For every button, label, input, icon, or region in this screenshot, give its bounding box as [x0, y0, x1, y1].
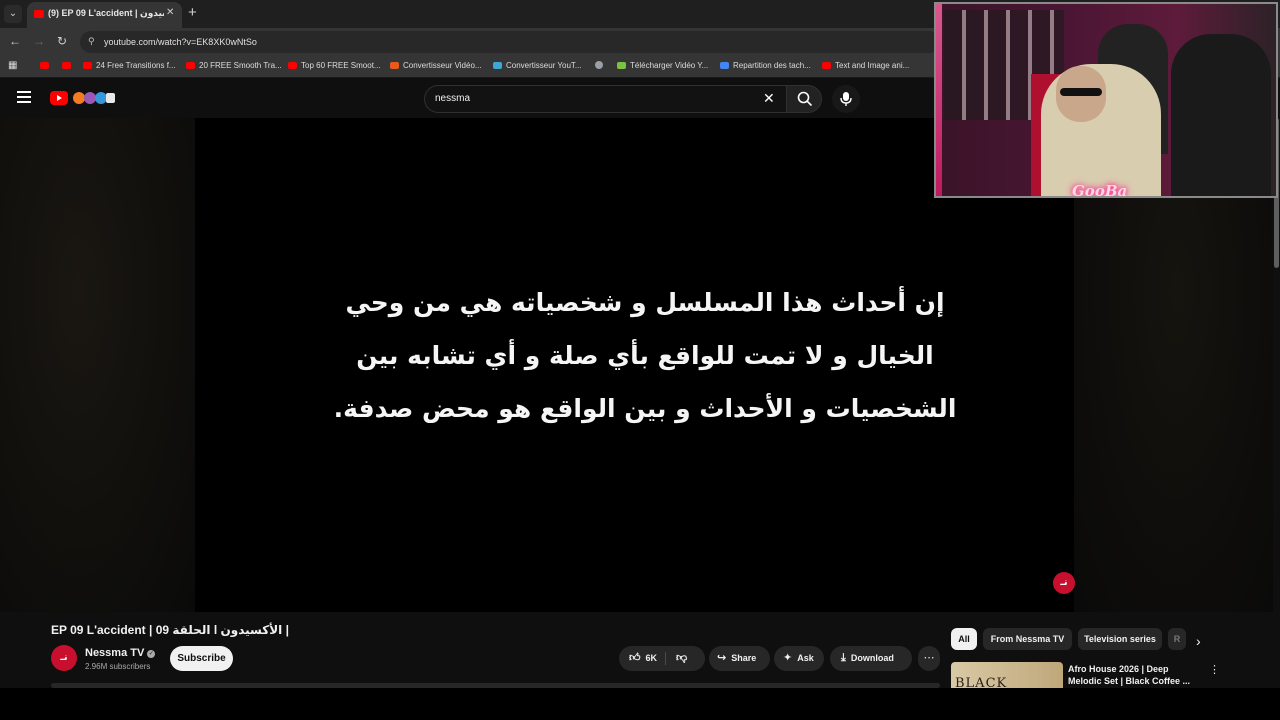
youtube-bookmark-icon [288, 62, 297, 69]
download-bookmark-icon [617, 62, 626, 69]
bookmark-item[interactable]: Télécharger Vidéo Y... [617, 61, 708, 70]
microphone-icon [840, 92, 852, 106]
disclaimer-line: الخيال و لا تمت للواقع بأي صلة و أي تشاب… [356, 341, 934, 370]
ask-button[interactable]: ✦ Ask [774, 646, 824, 671]
recommendation-thumbnail[interactable]: BLACK COFFEE [951, 662, 1063, 688]
back-arrow-icon[interactable]: ← [9, 34, 21, 48]
subscribe-button[interactable]: Subscribe [170, 646, 233, 671]
recommendation-title[interactable]: Afro House 2026 | Deep Melodic Set | Bla… [1068, 663, 1198, 687]
subscriber-count: 2.96M subscribers [85, 662, 151, 671]
download-button[interactable]: ⤓ Download [830, 646, 912, 671]
bookmark-item[interactable]: Text and Image ani... [822, 61, 909, 70]
webcam-overlay: GooBa [934, 2, 1278, 198]
search-button[interactable] [786, 85, 822, 113]
youtube-bookmark-icon [83, 62, 92, 69]
share-button[interactable]: ↪ Share [709, 646, 770, 671]
chevron-right-icon[interactable]: › [1196, 633, 1201, 649]
disclaimer-line: إن أحداث هذا المسلسل و شخصياته هي من وحي [345, 288, 945, 317]
share-icon: ↪ [717, 652, 727, 664]
neon-edge [936, 4, 942, 196]
ambient-glow-left [0, 118, 195, 612]
tab-search-button[interactable]: ⌄ [4, 5, 22, 23]
more-actions-button[interactable]: ⋯ [918, 646, 940, 671]
url-text: youtube.com/watch?v=EK8XK0wNtSo [104, 37, 257, 47]
youtube-bookmark-icon [822, 62, 831, 69]
nessma-watermark-icon: نـ [1053, 572, 1075, 594]
sparkle-icon: ✦ [783, 652, 793, 664]
channel-avatar[interactable]: نـ [51, 645, 77, 671]
voice-search-button[interactable] [832, 85, 860, 113]
thumbs-up-icon: 👍︎ [629, 652, 641, 664]
bookmark-item[interactable] [595, 61, 607, 70]
like-dislike-group: 👍︎ 6K 👎︎ [619, 646, 705, 671]
bookmark-item[interactable] [40, 61, 53, 70]
thumbs-down-icon[interactable]: 👎︎ [676, 646, 687, 671]
bookmark-item[interactable]: Convertisseur YouT... [493, 61, 582, 70]
chip-from-channel[interactable]: From Nessma TV [983, 628, 1072, 650]
tab-close-icon[interactable]: ✕ [166, 7, 174, 18]
bookmark-item[interactable]: Top 60 FREE Smoot... [288, 61, 381, 70]
recommendation-menu-icon[interactable]: ⋮ [1209, 663, 1220, 676]
youtube-logo-icon[interactable] [50, 91, 68, 105]
bookmark-item[interactable]: 20 FREE Smooth Tra... [186, 61, 282, 70]
youtube-favicon-icon [34, 10, 44, 18]
divider [665, 652, 666, 665]
converter-bookmark-icon [493, 62, 502, 69]
address-bar[interactable]: ⚲ youtube.com/watch?v=EK8XK0wNtSo [80, 31, 940, 53]
converter-bookmark-icon [390, 62, 399, 69]
docs-bookmark-icon [720, 62, 729, 69]
sunglasses [1060, 88, 1102, 96]
download-icon: ⤓ [841, 652, 846, 664]
search-input[interactable]: nessma ✕ [424, 85, 786, 113]
search-query: nessma [435, 93, 471, 104]
page-scrollbar[interactable] [1273, 118, 1280, 688]
bookmark-item[interactable]: 24 Free Transitions f... [83, 61, 176, 70]
like-button[interactable]: 👍︎ 6K [629, 646, 657, 671]
taskbar [0, 688, 1280, 720]
video-title: EP 09 L'accident | الحلقة 09 l الأكسيدون… [51, 623, 289, 637]
youtube-doodle-icon[interactable] [70, 90, 116, 106]
forward-arrow-icon[interactable]: → [33, 34, 45, 48]
reload-icon[interactable]: ↻ [57, 34, 67, 48]
chip-all[interactable]: All [951, 628, 977, 650]
standing-person [1171, 34, 1271, 196]
site-info-icon[interactable]: ⚲ [88, 36, 95, 47]
globe-bookmark-icon [595, 61, 603, 69]
youtube-bookmark-icon [62, 62, 71, 69]
thumbnail-text: BLACK COFFEE [955, 676, 1008, 688]
tab-title: (9) EP 09 L'accident | الأكسيدون [48, 8, 164, 18]
search-icon [797, 91, 813, 107]
bookmark-item[interactable]: Repartition des tach... [720, 61, 811, 70]
clear-search-icon[interactable]: ✕ [763, 90, 775, 107]
chip-truncated[interactable]: R [1168, 628, 1186, 650]
menu-icon[interactable] [17, 91, 31, 103]
chip-television-series[interactable]: Television series [1078, 628, 1162, 650]
apps-grid-icon[interactable]: ▦ [8, 60, 17, 71]
neon-sign-text: GooBa [1072, 182, 1128, 198]
video-disclaimer-text: إن أحداث هذا المسلسل و شخصياته هي من وحي… [295, 276, 995, 435]
browser-tab-active[interactable]: (9) EP 09 L'accident | الأكسيدون ✕ [27, 2, 182, 28]
disclaimer-line: الشخصيات و الأحداث و بين الواقع هو محض ص… [333, 394, 957, 423]
youtube-bookmark-icon [186, 62, 195, 69]
channel-name[interactable]: Nessma TV ✓ [85, 647, 156, 659]
youtube-bookmark-icon [40, 62, 49, 69]
new-tab-button[interactable]: + [188, 4, 197, 21]
bookmark-item[interactable]: Convertisseur Vidéo... [390, 61, 482, 70]
bookmark-item[interactable] [62, 61, 75, 70]
verified-icon: ✓ [147, 650, 156, 658]
